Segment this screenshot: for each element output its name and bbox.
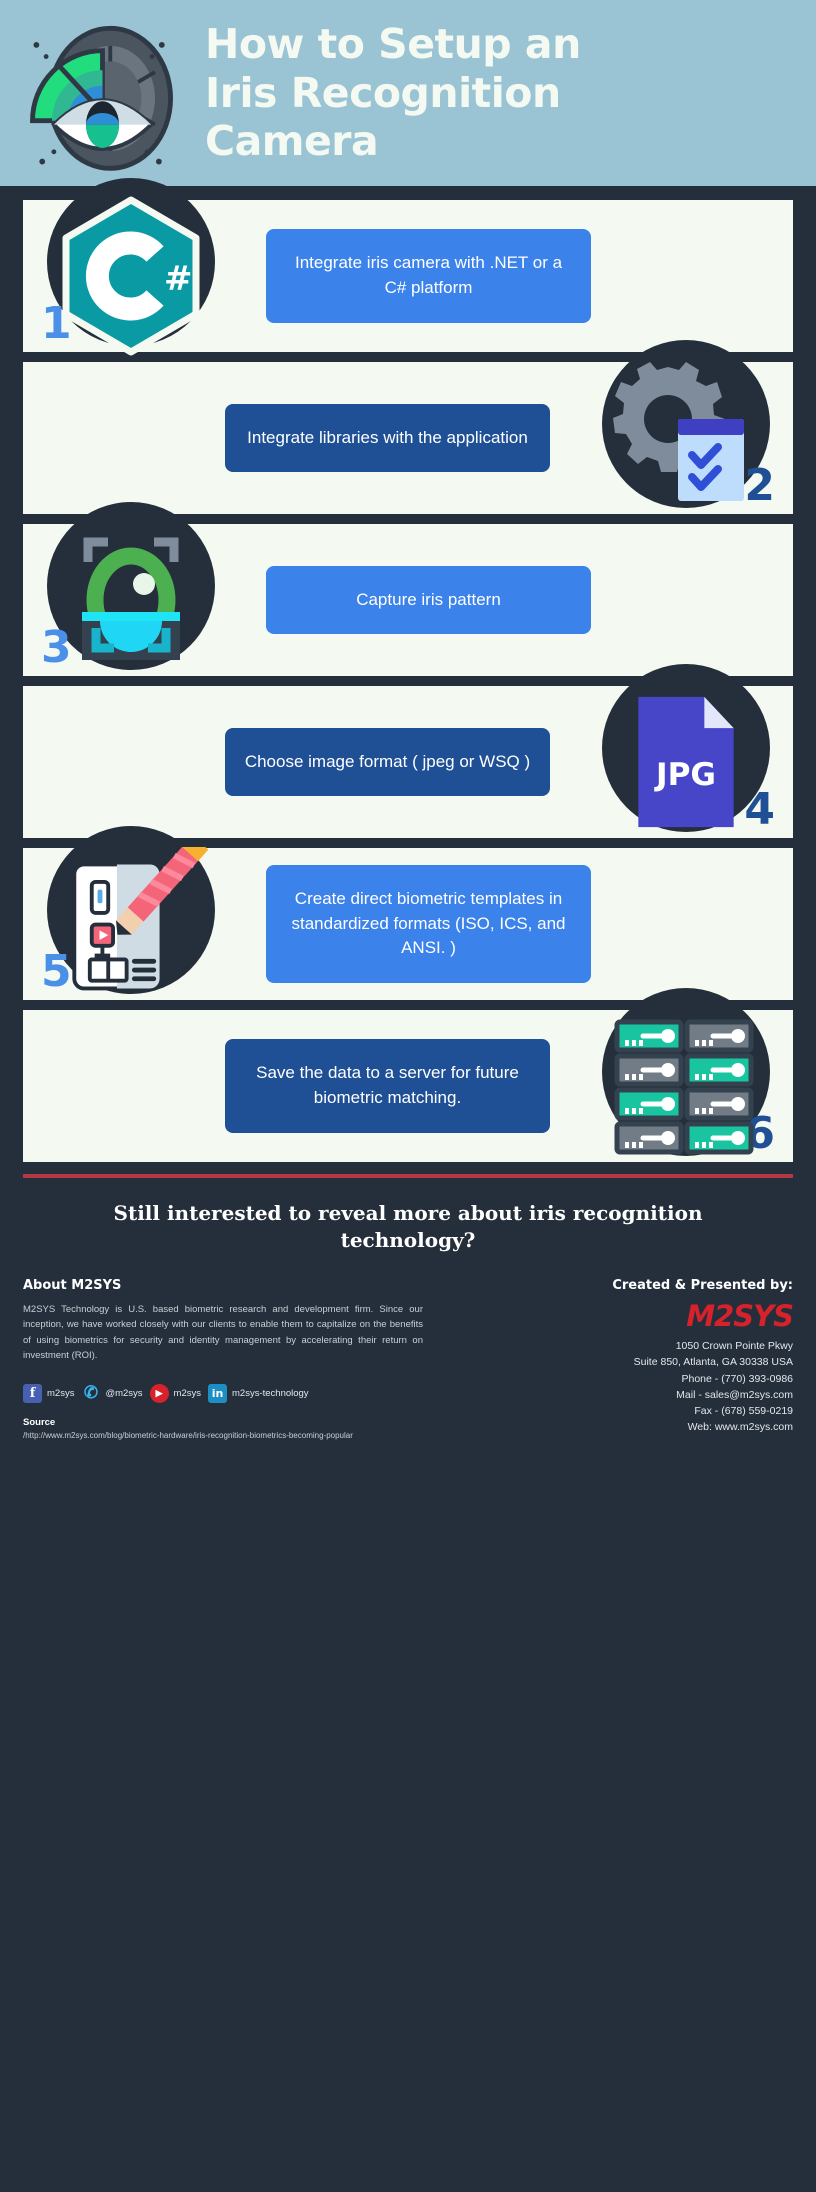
social-twitter-label: @m2sys xyxy=(105,1387,143,1399)
twitter-icon[interactable]: ✆ xyxy=(81,1383,100,1403)
iris-scanner-icon xyxy=(81,537,180,660)
step-3-artwork xyxy=(23,502,238,676)
step-4-text: Choose image format ( jpeg or WSQ ) xyxy=(225,727,550,797)
page-title: How to Setup an Iris Recognition Camera xyxy=(205,20,581,165)
document-pencil-icon xyxy=(72,846,208,990)
page-title-line-1: How to Setup an xyxy=(205,20,581,69)
phone-line: Phone - (770) 393-0986 xyxy=(681,1372,794,1385)
server-rack-icon xyxy=(614,1019,753,1155)
mail-line: Mail - sales@m2sys.com xyxy=(676,1388,793,1401)
page-title-line-3: Camera xyxy=(205,117,379,166)
csharp-hexagon-icon: # xyxy=(62,196,199,355)
header-banner: How to Setup an Iris Recognition Camera xyxy=(0,0,816,186)
jpg-file-label: JPG xyxy=(653,757,715,793)
web-line: Web: www.m2sys.com xyxy=(687,1421,793,1434)
step-2-artwork xyxy=(578,340,793,514)
social-youtube-label: m2sys xyxy=(173,1387,201,1399)
social-facebook[interactable]: f m2sys xyxy=(23,1383,75,1403)
step-card-3: Capture iris pattern 3 xyxy=(23,502,793,676)
cta-text: Still interested to reveal more about ir… xyxy=(113,1201,703,1252)
step-5-artwork xyxy=(23,826,238,1000)
about-heading: About M2SYS xyxy=(23,1278,122,1293)
step-1-artwork: # xyxy=(23,178,238,355)
step-2-text: Integrate libraries with the application xyxy=(225,403,550,473)
jpg-file-icon: JPG xyxy=(637,696,734,828)
created-by-heading: Created & Presented by: xyxy=(612,1278,793,1293)
address-line-1: 1050 Crown Pointe Pkwy xyxy=(675,1340,793,1352)
step-card-6: Save the data to a server for future bio… xyxy=(23,988,793,1162)
step-6-text: Save the data to a server for future bio… xyxy=(225,1039,550,1133)
youtube-icon[interactable]: ▶ xyxy=(149,1383,169,1403)
m2sys-logo: M2SYS xyxy=(686,1299,794,1333)
social-facebook-label: m2sys xyxy=(47,1387,75,1399)
about-body: M2SYS Technology is U.S. based biometric… xyxy=(23,1304,423,1362)
credits-column: Created & Presented by: M2SYS 1050 Crown… xyxy=(493,1278,794,1442)
source-url[interactable]: /http://www.m2sys.com/blog/biometric-har… xyxy=(23,1430,353,1442)
step-card-2: Integrate libraries with the application… xyxy=(23,340,793,514)
footer-divider xyxy=(23,1174,793,1178)
about-column: About M2SYS M2SYS Technology is U.S. bas… xyxy=(23,1278,423,1442)
page-title-line-2: Iris Recognition xyxy=(205,68,561,117)
step-card-4: JPG Choose image format ( jpeg or WSQ ) … xyxy=(23,664,793,838)
step-1-text: Integrate iris camera with .NET or a C# … xyxy=(266,229,591,323)
footer: Still interested to reveal more about ir… xyxy=(0,1174,816,1452)
fax-line: Fax - (678) 559-0219 xyxy=(694,1405,793,1418)
steps-list: # Integrate iris camera with .NET or a C… xyxy=(0,178,816,1162)
contact-address: 1050 Crown Pointe Pkwy Suite 850, Atlant… xyxy=(493,1338,793,1436)
social-twitter[interactable]: ✆ @m2sys xyxy=(81,1383,143,1403)
social-youtube[interactable]: ▶ m2sys xyxy=(149,1383,201,1403)
step-4-number: 4 xyxy=(744,784,775,835)
gear-checklist-icon xyxy=(612,361,744,501)
social-linkedin[interactable]: in m2sys-technology xyxy=(208,1383,309,1403)
step-card-5: Create direct biometric templates in sta… xyxy=(23,826,793,1000)
svg-text:#: # xyxy=(164,259,193,299)
linkedin-icon[interactable]: in xyxy=(208,1383,227,1403)
social-linkedin-label: m2sys-technology xyxy=(232,1387,309,1399)
social-links: f m2sys ✆ @m2sys ▶ m2sys in m2sys-techno… xyxy=(23,1383,423,1403)
iris-camera-gauge-icon xyxy=(15,6,190,181)
step-card-1: # Integrate iris camera with .NET or a C… xyxy=(23,178,793,355)
source-heading: Source xyxy=(23,1416,56,1428)
address-line-2: Suite 850, Atlanta, GA 30338 USA xyxy=(633,1356,793,1369)
facebook-icon[interactable]: f xyxy=(23,1383,42,1403)
step-5-text: Create direct biometric templates in sta… xyxy=(266,865,591,983)
step-3-text: Capture iris pattern xyxy=(266,565,591,635)
